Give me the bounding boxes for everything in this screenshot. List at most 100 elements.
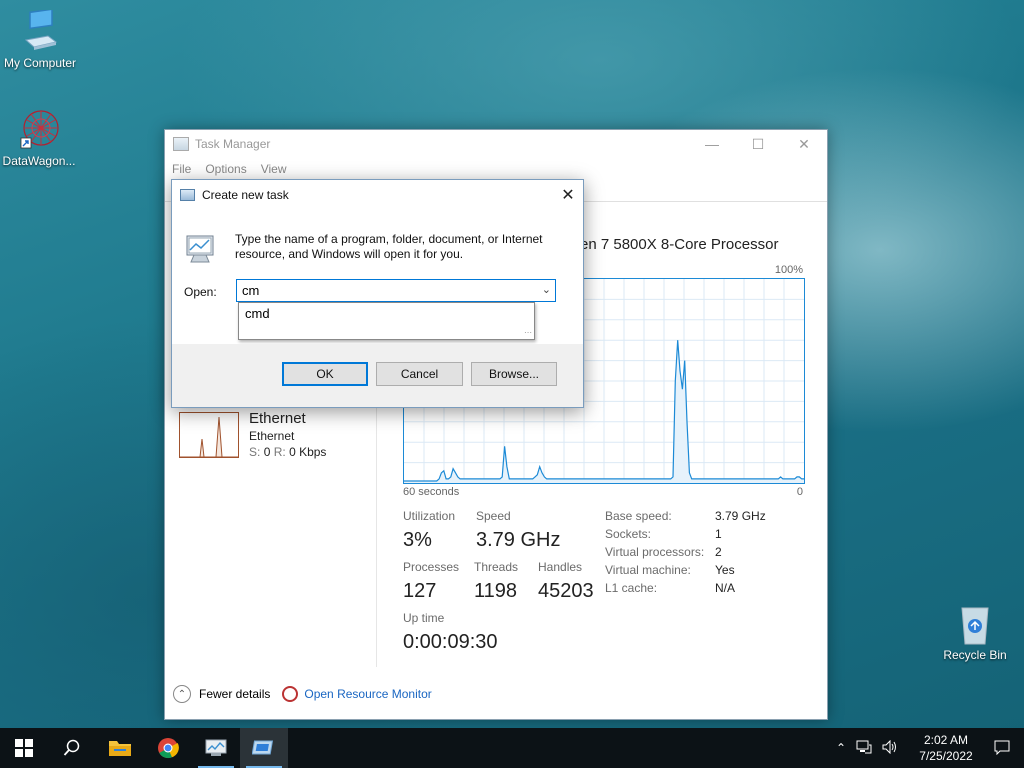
dialog-footer: OK Cancel Browse...: [172, 344, 583, 407]
property-row: Base speed: 3.79 GHz: [605, 509, 766, 527]
send-value: 0: [263, 445, 271, 459]
open-combobox[interactable]: cm ⌄: [236, 279, 556, 302]
dialog-close-button[interactable]: ✕: [553, 180, 583, 210]
cpu-name: yzen 7 5800X 8-Core Processor: [565, 236, 779, 253]
notification-icon[interactable]: [994, 739, 1010, 758]
threads-label: Threads: [474, 560, 519, 574]
computer-icon: [18, 8, 62, 54]
handles-label: Handles: [538, 560, 583, 574]
desktop-icon-my-computer[interactable]: My Computer: [0, 8, 80, 70]
chevron-up-icon[interactable]: ⌃: [836, 741, 846, 755]
recycle-bin-icon: [953, 602, 997, 646]
handles-value: 45203: [538, 580, 594, 602]
maximize-button[interactable]: ☐: [735, 130, 781, 158]
ethernet-throughput: S: 0 R: 0 Kbps: [249, 445, 399, 459]
taskbar-run-dialog[interactable]: [240, 728, 288, 768]
property-row: Sockets: 1: [605, 527, 766, 545]
receive-value: 0 Kbps: [289, 445, 327, 459]
window-controls: — ☐ ✕: [689, 130, 827, 158]
chrome-icon: [158, 738, 179, 759]
start-button[interactable]: [0, 728, 48, 768]
network-icon[interactable]: [856, 740, 872, 757]
speed-label: Speed: [476, 509, 511, 523]
resize-grip-icon[interactable]: ⋯: [524, 328, 532, 337]
stat-processes: Processes 127: [403, 560, 459, 603]
property-key: Virtual machine:: [605, 563, 691, 577]
taskbar: ⌃ 2:02 AM 7/25/2022: [0, 728, 1024, 768]
search-icon: [63, 739, 80, 756]
autocomplete-item-cmd[interactable]: cmd: [245, 306, 528, 321]
property-value: 2: [715, 545, 722, 559]
desktop-icon-label: Recycle Bin: [943, 648, 1007, 662]
send-label: S:: [249, 445, 261, 459]
menu-view[interactable]: View: [261, 162, 287, 176]
dialog-titlebar[interactable]: Create new task: [172, 180, 583, 210]
search-button[interactable]: [48, 728, 96, 768]
window-title: Task Manager: [195, 137, 271, 151]
property-key: Virtual processors:: [605, 545, 705, 559]
uptime-value: 0:00:09:30: [403, 631, 498, 653]
task-manager-icon: [205, 739, 227, 756]
clock-date: 7/25/2022: [919, 749, 973, 763]
graph-zero-label: 0: [796, 486, 803, 498]
speed-value: 3.79 GHz: [476, 529, 561, 551]
stat-utilization: Utilization 3%: [403, 509, 455, 552]
system-tray: ⌃ 2:02 AM 7/25/2022: [831, 728, 1024, 768]
desktop-icon-datawagon[interactable]: DataWagon...: [0, 108, 79, 168]
folder-icon: [109, 741, 131, 756]
receive-label: R:: [273, 445, 286, 459]
ethernet-title: Ethernet: [249, 410, 306, 427]
taskbar-task-manager[interactable]: [192, 728, 240, 768]
clock[interactable]: 2:02 AM 7/25/2022: [911, 732, 981, 764]
browse-button[interactable]: Browse...: [471, 362, 557, 386]
cancel-button[interactable]: Cancel: [376, 362, 463, 386]
graph-max-label: 100%: [774, 264, 803, 276]
menu-options[interactable]: Options: [205, 162, 246, 176]
menu-bar: File Options View: [165, 158, 827, 180]
dialog-description: Type the name of a program, folder, docu…: [235, 232, 543, 261]
processes-label: Processes: [403, 560, 460, 574]
taskbar-chrome[interactable]: [144, 728, 192, 768]
ok-button[interactable]: OK: [282, 362, 368, 386]
close-button[interactable]: ✕: [781, 130, 827, 158]
stat-threads: Threads 1198: [474, 560, 518, 603]
open-input-value: cm: [242, 283, 260, 298]
cpu-properties: Base speed: 3.79 GHz Sockets: 1 Virtual pr…: [605, 509, 766, 599]
ethernet-subtitle: Ethernet: [249, 429, 295, 443]
program-icon: [184, 232, 218, 264]
property-key: Base speed:: [605, 509, 672, 523]
volume-icon[interactable]: [882, 739, 898, 757]
menu-file[interactable]: File: [172, 162, 191, 176]
minimize-button[interactable]: —: [689, 130, 735, 158]
property-value: Yes: [715, 563, 735, 577]
ethernet-thumbnail-graph: [179, 412, 239, 458]
stat-uptime: Up time 0:00:09:30: [403, 611, 498, 654]
chevron-up-icon[interactable]: ⌃: [173, 685, 191, 703]
taskbar-file-explorer[interactable]: [96, 728, 144, 768]
utilization-value: 3%: [403, 529, 432, 551]
property-value: 3.79 GHz: [715, 509, 766, 523]
datawagon-icon: [17, 108, 61, 152]
open-resource-monitor-link[interactable]: Open Resource Monitor: [304, 687, 431, 701]
fewer-details-link[interactable]: Fewer details: [199, 687, 270, 701]
property-key: L1 cache:: [605, 581, 658, 595]
stat-handles: Handles 45203: [538, 560, 594, 603]
desktop-icon-label: My Computer: [3, 56, 77, 70]
chevron-down-icon[interactable]: ⌄: [542, 283, 551, 296]
desktop-icon-recycle-bin[interactable]: Recycle Bin: [935, 602, 1015, 662]
property-row: Virtual machine: Yes: [605, 563, 766, 581]
utilization-label: Utilization: [403, 509, 456, 523]
stat-speed: Speed 3.79 GHz: [476, 509, 560, 552]
property-row: Virtual processors: 2: [605, 545, 766, 563]
property-row: L1 cache: N/A: [605, 581, 766, 599]
clock-time: 2:02 AM: [923, 733, 969, 747]
run-icon: [180, 189, 195, 201]
property-key: Sockets:: [605, 527, 652, 541]
dialog-body: Type the name of a program, folder, docu…: [172, 210, 583, 346]
task-manager-icon: [173, 137, 189, 151]
graph-time-label: 60 seconds: [403, 486, 460, 498]
dialog-title: Create new task: [202, 188, 289, 202]
autocomplete-dropdown: cmd ⋯: [238, 302, 535, 340]
property-value: N/A: [715, 581, 736, 595]
resource-monitor-icon: [282, 686, 299, 702]
